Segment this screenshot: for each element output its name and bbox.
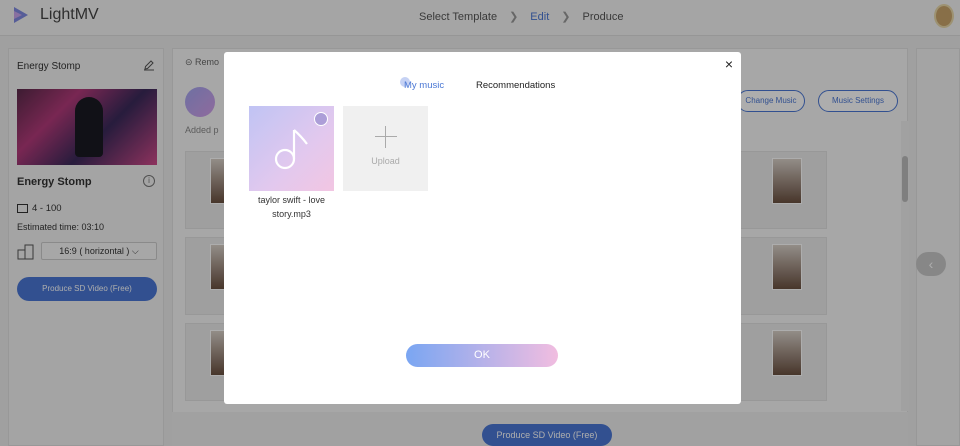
music-item-name: taylor swift - love story.mp3 <box>257 195 326 219</box>
music-item-card[interactable] <box>249 106 334 191</box>
music-modal: × My music Recommendations taylor swift … <box>224 52 741 404</box>
plus-icon <box>375 126 397 148</box>
tab-recommendations[interactable]: Recommendations <box>476 80 555 91</box>
tab-my-music[interactable]: My music <box>400 77 445 91</box>
select-radio[interactable] <box>314 112 328 126</box>
upload-music-button[interactable]: Upload <box>343 106 428 191</box>
upload-label: Upload <box>371 156 400 166</box>
tab-my-music-label: My music <box>404 80 445 91</box>
close-icon[interactable]: × <box>725 56 733 72</box>
ok-button[interactable]: OK <box>406 344 558 367</box>
